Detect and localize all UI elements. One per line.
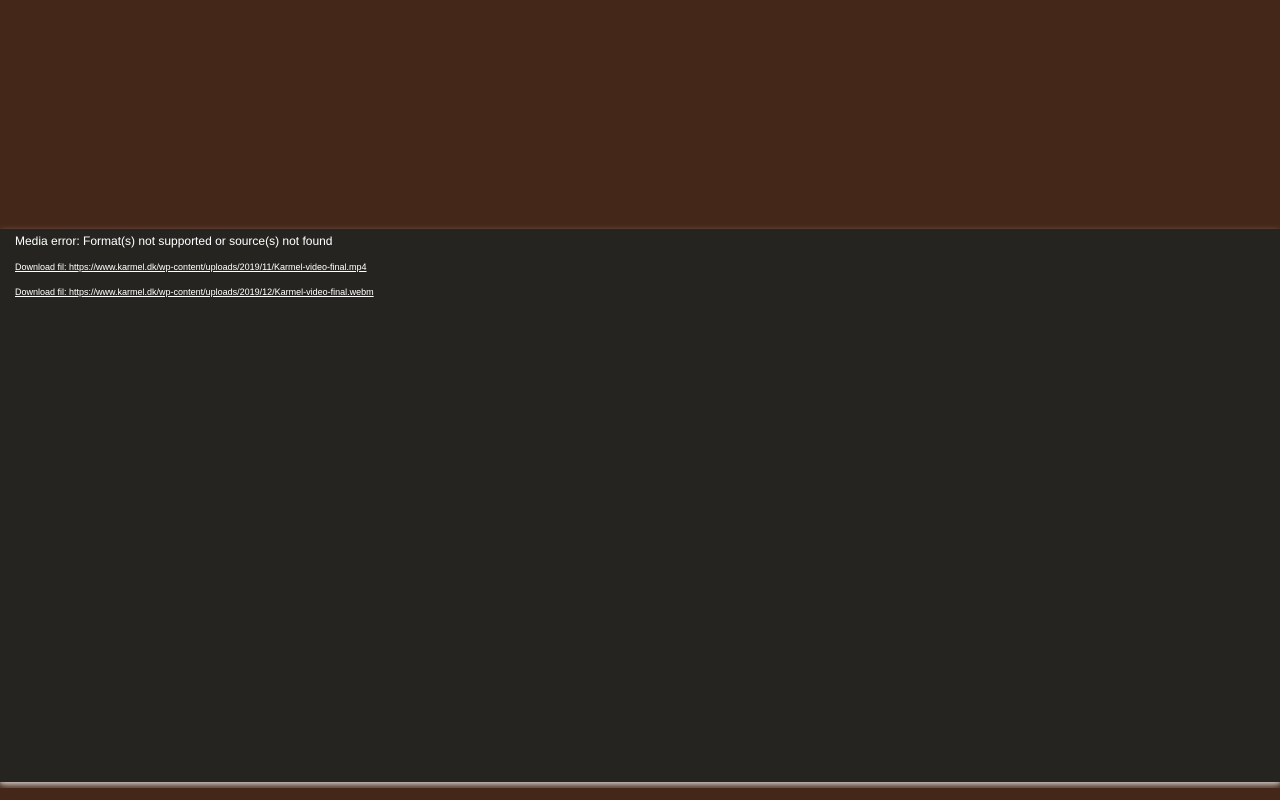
footer-band	[0, 788, 1280, 800]
page: Media error: Format(s) not supported or …	[0, 0, 1280, 800]
download-link-mp4[interactable]: Download fil: https://www.karmel.dk/wp-c…	[15, 262, 367, 273]
header-band	[0, 0, 1280, 229]
media-player[interactable]: Media error: Format(s) not supported or …	[0, 229, 1280, 782]
download-link-webm[interactable]: Download fil: https://www.karmel.dk/wp-c…	[15, 287, 374, 298]
media-error-message: Media error: Format(s) not supported or …	[15, 234, 333, 248]
